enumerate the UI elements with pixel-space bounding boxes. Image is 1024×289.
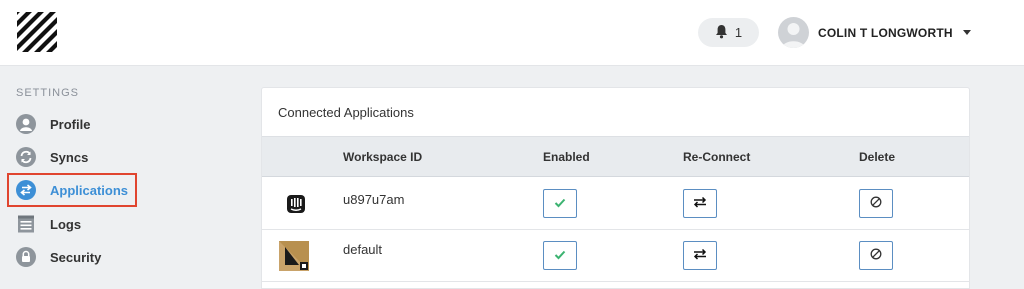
user-name: COLIN T LONGWORTH [818, 25, 953, 40]
delete-button[interactable] [859, 189, 893, 218]
enabled-toggle-button[interactable] [543, 189, 577, 218]
panel-title: Connected Applications [278, 105, 414, 120]
brand-logo-icon[interactable] [17, 12, 57, 52]
sidebar-item-security[interactable]: Security [16, 245, 101, 269]
table-row: default [262, 230, 969, 282]
workspace-id: default [343, 242, 383, 257]
reconnect-button[interactable] [683, 241, 717, 270]
reconnect-button[interactable] [683, 189, 717, 218]
swap-arrows-icon [693, 247, 707, 265]
avatar [778, 17, 809, 48]
check-icon [554, 247, 566, 265]
ban-icon [870, 195, 882, 213]
intercom-icon [283, 191, 309, 217]
enabled-toggle-button[interactable] [543, 241, 577, 270]
ban-icon [870, 247, 882, 265]
delete-button[interactable] [859, 241, 893, 270]
sidebar-item-syncs[interactable]: Syncs [16, 145, 88, 169]
table-header: Workspace ID Enabled Re-Connect Delete [262, 136, 969, 177]
lock-icon [16, 247, 36, 267]
sidebar-item-label: Security [50, 249, 102, 265]
table-row: u897u7am [262, 178, 969, 230]
sidebar-item-label: Profile [50, 116, 91, 132]
app-logo-icon [279, 241, 309, 271]
settings-sidebar: SETTINGS Profile Syncs Applications Logs… [0, 67, 240, 289]
selection-highlight [7, 173, 137, 207]
sidebar-item-logs[interactable]: Logs [16, 212, 81, 236]
check-icon [554, 195, 566, 213]
column-header-delete: Delete [859, 150, 896, 164]
swap-arrows-icon [693, 195, 707, 213]
bell-icon [715, 24, 728, 42]
column-header-reconnect: Re-Connect [683, 150, 751, 164]
top-bar: 1 COLIN T LONGWORTH [0, 0, 1024, 66]
workspace-id: u897u7am [343, 192, 405, 207]
sync-icon [16, 147, 36, 167]
column-header-workspace-id: Workspace ID [343, 150, 423, 164]
user-icon [16, 114, 36, 134]
sidebar-item-label: Logs [50, 216, 82, 232]
column-header-enabled: Enabled [543, 150, 590, 164]
list-icon [16, 214, 36, 234]
notifications-button[interactable]: 1 [698, 18, 759, 47]
sidebar-section-label: SETTINGS [16, 87, 80, 99]
sidebar-item-profile[interactable]: Profile [16, 112, 90, 136]
sidebar-item-label: Syncs [50, 149, 89, 165]
chevron-down-icon[interactable] [962, 30, 971, 35]
user-menu[interactable]: COLIN T LONGWORTH [778, 17, 971, 48]
connected-applications-panel: Connected Applications Workspace ID Enab… [261, 87, 970, 289]
notification-count: 1 [734, 25, 743, 40]
